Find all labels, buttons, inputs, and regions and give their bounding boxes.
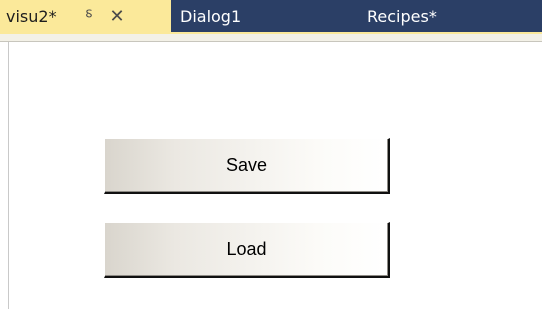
document-tab-bar: visu2* ⸹ ✕ Dialog1 Recipes*: [0, 0, 542, 32]
tab-visu2-label: visu2*: [6, 6, 57, 26]
tab-recipes[interactable]: Recipes*: [367, 0, 437, 32]
close-icon[interactable]: ✕: [106, 6, 128, 27]
tab-recipes-label: Recipes*: [367, 6, 437, 26]
pin-icon[interactable]: ⸹: [78, 6, 100, 26]
tab-visu2[interactable]: visu2* ⸹ ✕: [0, 0, 171, 32]
load-button[interactable]: Load: [104, 222, 390, 278]
save-button[interactable]: Save: [104, 138, 390, 194]
tab-underline-strip: [0, 32, 542, 42]
tab-dialog1-label: Dialog1: [180, 6, 242, 26]
tab-dialog1[interactable]: Dialog1: [180, 0, 241, 32]
canvas-left-border: [8, 42, 9, 309]
